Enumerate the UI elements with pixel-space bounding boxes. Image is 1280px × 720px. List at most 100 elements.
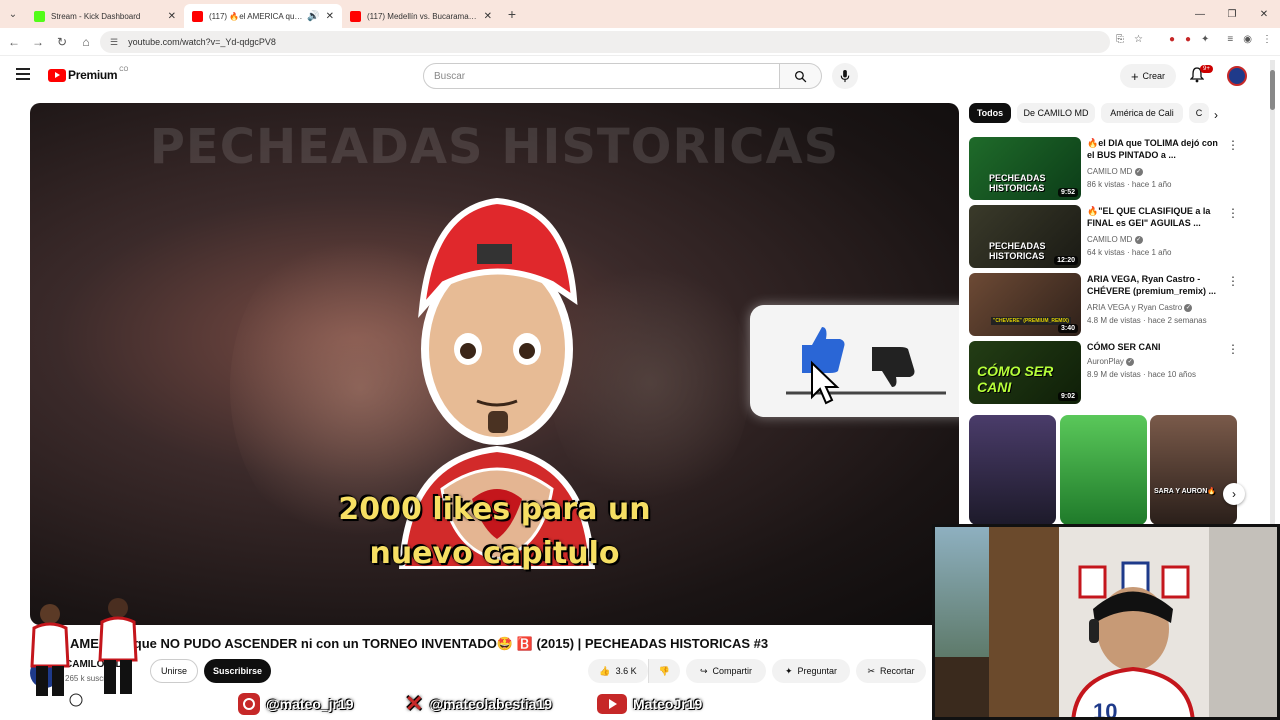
extension-icon[interactable]: ● <box>1185 34 1191 45</box>
search-button[interactable] <box>780 63 822 89</box>
clip-button[interactable]: ✂ Recortar <box>856 659 926 683</box>
duration-badge: 9:52 <box>1057 188 1078 197</box>
tab-search-list-icon[interactable]: ≡ <box>1227 34 1233 45</box>
rec-meta: 64 k vistas · hace 1 año <box>1087 248 1172 257</box>
rec-channel: ARIA VEGA y Ryan Castro ✓ <box>1087 303 1193 312</box>
webcam-overlay: 10 <box>932 524 1280 720</box>
tab-kick-dashboard[interactable]: Stream - Kick Dashboard ✕ <box>26 4 184 28</box>
youtube-favicon-icon <box>192 10 203 22</box>
ask-button[interactable]: ✦ Preguntar <box>772 659 850 683</box>
dislike-button[interactable]: 👎 <box>648 659 680 683</box>
restore-icon[interactable]: ❐ <box>1216 9 1248 20</box>
search-input[interactable]: Buscar <box>423 63 780 89</box>
tab-youtube-america[interactable]: (117) 🔥el AMERICA que NO PUDO ASCENDER 🔊… <box>184 4 342 28</box>
sparkle-icon: ✦ <box>784 665 793 676</box>
bookmark-star-icon[interactable]: ☆ <box>1134 34 1143 45</box>
hamburger-menu-icon[interactable] <box>16 68 30 80</box>
new-tab-button[interactable]: + <box>500 6 524 22</box>
rec-meta: 86 k vistas · hace 1 año <box>1087 180 1172 189</box>
tab-title: (117) 🔥el AMERICA que NO PUDO ASCENDER <box>209 11 305 21</box>
recommendation-item[interactable]: PECHEADAS HISTORICAS 9:52 🔥el DIA que TO… <box>969 137 1239 201</box>
video-player[interactable]: PECHEADAS HISTORICAS 2000 likes para un … <box>30 103 959 625</box>
country-code: CO <box>119 67 129 73</box>
video-title: AMERICA que NO PUDO ASCENDER ni con un T… <box>70 636 769 651</box>
install-icon[interactable]: ⎘ <box>1116 34 1124 45</box>
kick-favicon-icon <box>34 10 45 22</box>
youtube-premium-logo[interactable]: Premium CO <box>48 67 129 82</box>
chevron-right-icon[interactable]: › <box>1214 108 1218 122</box>
create-button[interactable]: + Crear <box>1120 64 1176 88</box>
rec-title: 🔥"EL QUE CLASIFIQUE a la FINAL es GEI" A… <box>1087 206 1211 228</box>
minimize-icon[interactable]: — <box>1184 9 1216 20</box>
rec-title: CÓMO SER CANI <box>1087 342 1161 352</box>
site-info-icon[interactable]: ☰ <box>110 37 118 48</box>
short-thumbnail[interactable]: SARA Y AURON🔥 <box>1150 415 1237 525</box>
curtain <box>1209 527 1277 717</box>
logo-text: Premium <box>68 68 118 82</box>
rec-channel: CAMILO MD ✓ <box>1087 235 1143 244</box>
browser-tab-bar: ⌄ Stream - Kick Dashboard ✕ (117) 🔥el AM… <box>0 0 1280 28</box>
more-options-icon[interactable]: ⋮ <box>1227 343 1239 355</box>
short-thumbnail[interactable] <box>1060 415 1147 525</box>
video-overlay-title: PECHEADAS HISTORICAS <box>149 119 840 175</box>
chip-de-camilo-md[interactable]: De CAMILO MD <box>1017 103 1095 123</box>
microphone-icon <box>840 69 850 82</box>
video-thumbnail[interactable]: PECHEADAS HISTORICAS 9:52 <box>969 137 1081 200</box>
tab-youtube-medellin[interactable]: (117) Medellín vs. Bucaramanga ✕ <box>342 4 500 28</box>
chip-more[interactable]: C <box>1189 103 1209 123</box>
more-options-icon[interactable]: ⋮ <box>1227 139 1239 151</box>
back-icon[interactable]: ← <box>2 35 26 49</box>
rec-meta: 8.9 M de vistas · hace 10 años <box>1087 370 1196 379</box>
streamer-image: 10 <box>1071 587 1195 720</box>
home-icon[interactable]: ⌂ <box>74 35 98 49</box>
youtube-favicon-icon <box>350 10 361 22</box>
speaker-icon[interactable]: 🔊 <box>307 11 319 22</box>
profile-icon[interactable]: ◉ <box>1243 34 1252 45</box>
video-thumbnail[interactable]: "CHEVERE" (PREMIUM_REMIX) 3:40 <box>969 273 1081 336</box>
menu-dots-icon[interactable]: ⋮ <box>1262 34 1272 45</box>
svg-text:10: 10 <box>1093 699 1117 720</box>
likes-line-2: nuevo capitulo <box>369 536 620 571</box>
tab-search-icon[interactable]: ⌄ <box>0 0 26 28</box>
more-options-icon[interactable]: ⋮ <box>1227 207 1239 219</box>
wardrobe <box>989 527 1059 717</box>
address-bar[interactable]: ☰ youtube.com/watch?v=_Yd-qdgcPV8 <box>100 31 1110 53</box>
subscribe-button[interactable]: Suscribirse <box>204 659 271 683</box>
more-options-icon[interactable]: ⋮ <box>1227 275 1239 287</box>
shorts-next-button[interactable]: › <box>1223 483 1245 505</box>
rec-meta: 4.8 M de vistas · hace 2 semanas <box>1087 316 1207 325</box>
puzzle-icon[interactable]: ✦ <box>1201 34 1209 45</box>
close-tab-icon[interactable]: ✕ <box>168 11 176 22</box>
recommendation-item[interactable]: "CHEVERE" (PREMIUM_REMIX) 3:40 ARIA VEGA… <box>969 273 1239 337</box>
close-tab-icon[interactable]: ✕ <box>484 11 492 22</box>
chip-todos[interactable]: Todos <box>969 103 1011 123</box>
voice-search-button[interactable] <box>832 63 858 89</box>
plus-icon: + <box>1130 68 1139 84</box>
search-icon <box>794 70 807 82</box>
video-thumbnail[interactable]: CÓMO SER CANI 9:02 <box>969 341 1081 404</box>
tab-title: Stream - Kick Dashboard <box>51 11 141 21</box>
share-label: Compartir <box>712 666 753 676</box>
thumbs-down-icon <box>872 347 915 387</box>
short-thumbnail[interactable] <box>969 415 1056 525</box>
close-window-icon[interactable]: ✕ <box>1248 9 1280 20</box>
account-avatar[interactable] <box>1227 66 1247 86</box>
wall-poster <box>935 527 989 657</box>
thumbs-down-icon: 👎 <box>658 665 671 676</box>
url-text: youtube.com/watch?v=_Yd-qdgcPV8 <box>128 37 276 47</box>
join-button[interactable]: Unirse <box>150 659 198 683</box>
reload-icon[interactable]: ↻ <box>50 35 74 49</box>
x-logo-icon: ✕ <box>405 691 424 716</box>
chip-america-de-cali[interactable]: América de Cali <box>1101 103 1183 123</box>
rec-channel: CAMILO MD ✓ <box>1087 167 1143 176</box>
extension-icon[interactable]: ● <box>1169 34 1175 45</box>
ask-label: Preguntar <box>797 666 838 676</box>
scrollbar-thumb[interactable] <box>1270 70 1275 110</box>
recommendation-item[interactable]: PECHEADAS HISTORICAS 12:20 🔥"EL QUE CLAS… <box>969 205 1239 269</box>
recommendation-item[interactable]: CÓMO SER CANI 9:02 CÓMO SER CANI AuronPl… <box>969 341 1239 405</box>
like-button[interactable]: 👍 3.6 K <box>588 659 648 683</box>
forward-icon[interactable]: → <box>26 35 50 49</box>
video-thumbnail[interactable]: PECHEADAS HISTORICAS 12:20 <box>969 205 1081 268</box>
close-tab-icon[interactable]: ✕ <box>326 11 334 22</box>
share-button[interactable]: ↪ Compartir <box>686 659 766 683</box>
